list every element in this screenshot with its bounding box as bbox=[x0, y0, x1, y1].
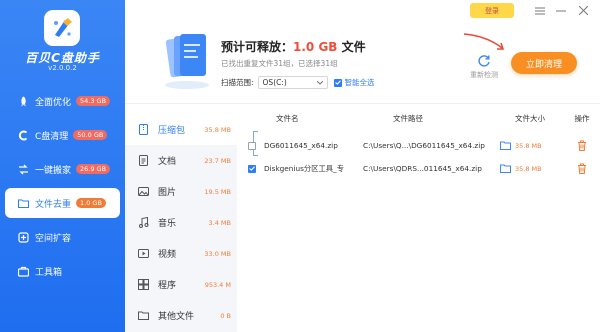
stacked-files-illustration bbox=[160, 28, 215, 90]
hamburger-icon[interactable] bbox=[532, 3, 548, 18]
close-icon[interactable] bbox=[575, 3, 591, 18]
category-size: 23.7 MB bbox=[204, 156, 231, 165]
rescan-button[interactable]: 重新检测 bbox=[466, 54, 502, 80]
size-badge: 50.0 GB bbox=[73, 129, 108, 141]
clean-now-button[interactable]: 立即清理 bbox=[511, 52, 577, 74]
refresh-icon bbox=[477, 54, 491, 68]
sidebar-item-label: 一键搬家 bbox=[35, 165, 72, 176]
scan-range-row: 扫描范围: OS(C:) 智能全选 bbox=[221, 76, 375, 89]
category-list: 压缩包 35.8 MB 文档 23.7 MB 图片 19.5 MB 音乐 3.4… bbox=[125, 114, 237, 332]
move-icon bbox=[18, 164, 29, 175]
sidebar-item-label: 工具箱 bbox=[35, 267, 63, 278]
scan-summary: 已找出重复文件31组，已选择31组 bbox=[221, 59, 338, 68]
category-other[interactable]: 其他文件 0 B bbox=[125, 300, 237, 331]
release-size: 1.0 GB bbox=[293, 40, 338, 54]
minimize-icon[interactable] bbox=[553, 3, 569, 18]
scan-range-label: 扫描范围: bbox=[221, 78, 254, 87]
category-video[interactable]: 视频 33.0 MB bbox=[125, 238, 237, 269]
scan-range-select[interactable]: OS(C:) bbox=[257, 76, 328, 89]
sidebar-item-label: C盘清理 bbox=[35, 131, 69, 142]
category-size: 3.4 MB bbox=[208, 218, 231, 227]
header-path: 文件路径 bbox=[393, 113, 423, 123]
category-size: 0 B bbox=[220, 311, 231, 320]
size-badge: 26.9 GB bbox=[76, 163, 111, 175]
trash-icon[interactable] bbox=[570, 163, 594, 174]
category-program[interactable]: 程序 953.4 M bbox=[125, 269, 237, 300]
category-size: 19.5 MB bbox=[204, 187, 231, 196]
file-path: C:\Users\QDRS...011645_x64.zip bbox=[363, 164, 482, 173]
file-table: 文件名 文件路径 文件大小 操作 DG6011645_x64.zip C:\Us… bbox=[242, 110, 596, 180]
open-folder-icon[interactable] bbox=[495, 164, 515, 173]
category-music[interactable]: 音乐 3.4 MB bbox=[125, 207, 237, 238]
file-size: 35.8 MB bbox=[515, 141, 542, 150]
app-version: v2.0.0.2 bbox=[48, 64, 77, 72]
file-name: Diskgenius分区工具_专 bbox=[264, 163, 345, 173]
pointer-arrow-icon bbox=[463, 33, 505, 50]
trash-icon[interactable] bbox=[570, 140, 594, 151]
chevron-down-icon bbox=[316, 80, 323, 85]
sidebar-item-expand[interactable]: 空间扩容 bbox=[0, 222, 125, 252]
rocket-icon bbox=[18, 96, 29, 107]
sidebar-item-label: 文件去重 bbox=[35, 199, 72, 210]
smart-select-checkbox[interactable]: 智能全选 bbox=[333, 77, 375, 88]
sidebar-item-label: 空间扩容 bbox=[35, 233, 72, 244]
image-icon bbox=[138, 187, 149, 196]
file-size: 35.8 MB bbox=[515, 164, 542, 173]
document-icon bbox=[139, 155, 148, 166]
header-op: 操作 bbox=[574, 113, 590, 123]
toolbox-icon bbox=[18, 266, 29, 277]
category-document[interactable]: 文档 23.7 MB bbox=[125, 145, 237, 176]
other-file-icon bbox=[138, 311, 149, 320]
video-icon bbox=[138, 249, 149, 258]
login-button[interactable]: 登录 bbox=[470, 3, 514, 18]
folder-icon bbox=[18, 198, 29, 209]
category-size: 953.4 M bbox=[204, 280, 231, 289]
category-image[interactable]: 图片 19.5 MB bbox=[125, 176, 237, 207]
category-size: 35.8 MB bbox=[204, 125, 231, 134]
page-title: 预计可释放：1.0 GB 文件 bbox=[221, 40, 366, 54]
sidebar-item-c-clean[interactable]: C盘清理 50.0 GB bbox=[0, 120, 125, 150]
sidebar-nav: 全面优化 54.3 GB C盘清理 50.0 GB 一键搬家 26.9 GB 文… bbox=[0, 86, 125, 290]
sidebar-item-dedupe[interactable]: 文件去重 1.0 GB bbox=[5, 188, 120, 218]
sidebar-item-toolbox[interactable]: 工具箱 bbox=[0, 256, 125, 286]
sidebar-item-move[interactable]: 一键搬家 26.9 GB bbox=[0, 154, 125, 184]
header-name: 文件名 bbox=[276, 113, 299, 123]
expand-icon bbox=[18, 231, 29, 243]
category-archive[interactable]: 压缩包 35.8 MB bbox=[125, 114, 237, 145]
header-size: 文件大小 bbox=[515, 113, 545, 123]
table-row[interactable]: DG6011645_x64.zip C:\Users\Q...\DG601164… bbox=[242, 134, 596, 157]
table-row[interactable]: Diskgenius分区工具_专 C:\Users\QDRS...011645_… bbox=[242, 157, 596, 180]
music-icon bbox=[139, 217, 149, 228]
app-logo bbox=[44, 10, 80, 46]
size-badge: 1.0 GB bbox=[76, 197, 106, 209]
sidebar-item-label: 全面优化 bbox=[35, 97, 72, 108]
table-header: 文件名 文件路径 文件大小 操作 bbox=[242, 110, 596, 126]
divider bbox=[125, 103, 600, 104]
sidebar: 百贝C盘助手 v2.0.0.2 全面优化 54.3 GB C盘清理 50.0 G… bbox=[0, 0, 125, 332]
file-path: C:\Users\Q...\DG6011645_x64.zip bbox=[363, 141, 485, 150]
sidebar-item-full-optimize[interactable]: 全面优化 54.3 GB bbox=[0, 86, 125, 116]
row-checkbox[interactable] bbox=[242, 164, 264, 173]
file-name: DG6011645_x64.zip bbox=[264, 141, 338, 150]
c-drive-icon bbox=[18, 130, 29, 141]
row-checkbox[interactable] bbox=[242, 141, 264, 150]
app-window: 百贝C盘助手 v2.0.0.2 全面优化 54.3 GB C盘清理 50.0 G… bbox=[0, 0, 600, 332]
open-folder-icon[interactable] bbox=[495, 141, 515, 150]
size-badge: 54.3 GB bbox=[76, 95, 111, 107]
archive-icon bbox=[139, 124, 148, 135]
category-size: 33.0 MB bbox=[204, 249, 231, 258]
program-icon bbox=[138, 279, 149, 290]
check-icon bbox=[333, 78, 342, 87]
